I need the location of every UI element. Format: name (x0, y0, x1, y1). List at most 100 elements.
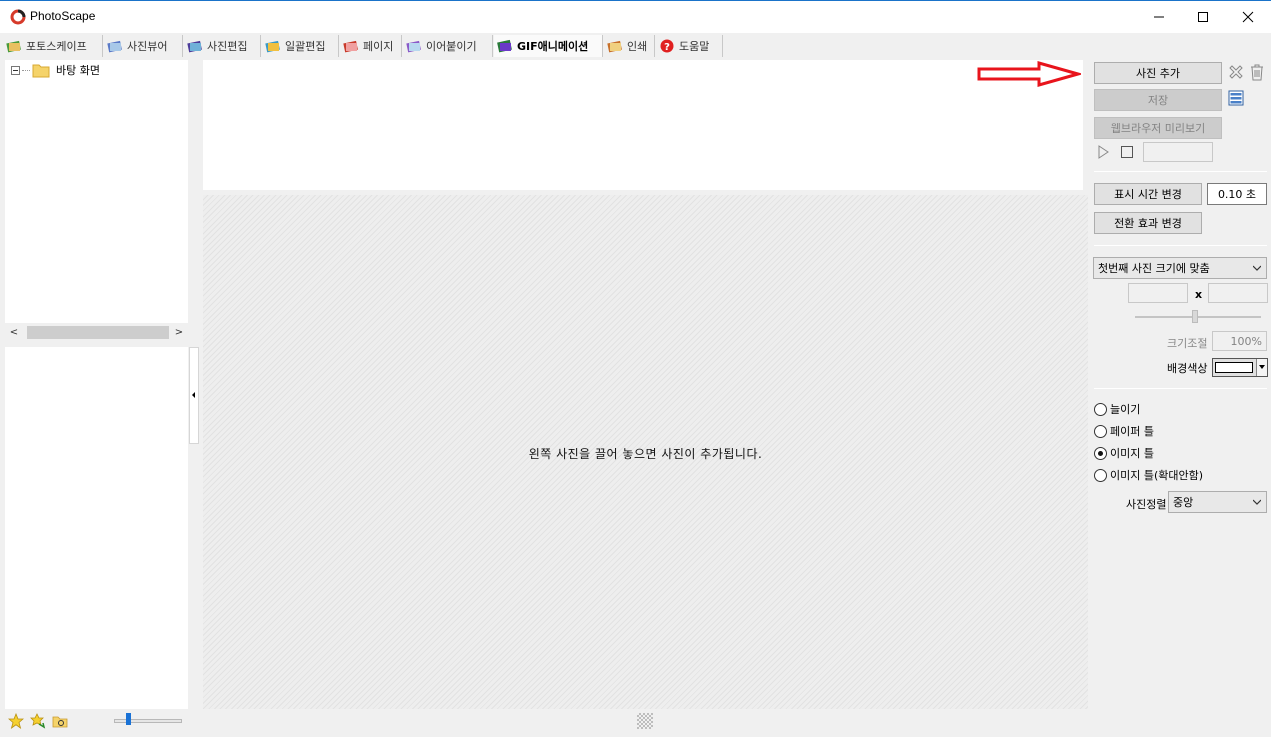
photoscape-window: PhotoScape 포토스케이프 사진뷰어 사진편집 일괄편집 페이지 이어붙… (0, 0, 1271, 737)
stop-icon[interactable] (1120, 145, 1134, 159)
close-button[interactable] (1225, 1, 1271, 33)
collapse-toggle[interactable] (11, 65, 20, 75)
canvas-size-select[interactable]: 첫번째 사진 크기에 맞춤 (1093, 257, 1267, 279)
annotation-arrow-icon (977, 61, 1081, 87)
size-separator: x (1195, 288, 1203, 301)
panel-collapse-handle[interactable] (189, 347, 199, 444)
transparency-checker-icon[interactable] (637, 713, 653, 729)
trash-icon[interactable] (1249, 63, 1265, 81)
photo-align-select[interactable]: 중앙 (1168, 491, 1267, 513)
width-field[interactable] (1128, 283, 1188, 303)
play-icon[interactable] (1097, 145, 1110, 159)
remove-icon[interactable] (1228, 64, 1244, 80)
maximize-icon (1198, 12, 1208, 22)
tab-label: 사진뷰어 (127, 40, 168, 53)
close-icon (1242, 11, 1254, 23)
svg-text:?: ? (664, 42, 670, 53)
tab-label: 인쇄 (627, 40, 648, 53)
height-field[interactable] (1208, 283, 1268, 303)
radio-image-frame[interactable]: 이미지 틀 (1094, 445, 1154, 461)
maximize-button[interactable] (1180, 1, 1226, 33)
browser-preview-button[interactable]: 웹브라우저 미리보기 (1094, 117, 1222, 139)
radio-button-selected[interactable] (1094, 446, 1107, 460)
scroll-left-icon[interactable]: < (7, 325, 21, 339)
radio-paper-frame[interactable]: 페이퍼 틀 (1094, 423, 1154, 439)
file-thumbnail-list[interactable] (5, 347, 188, 709)
select-value: 첫번째 사진 크기에 맞춤 (1098, 262, 1210, 275)
divider (1094, 388, 1267, 389)
scroll-right-icon[interactable]: > (172, 325, 186, 339)
divider (1094, 171, 1267, 172)
frame-counter-field[interactable] (1143, 142, 1213, 162)
tab-photo-editor[interactable]: 사진편집 (184, 35, 261, 57)
frame-strip[interactable] (203, 60, 1083, 190)
folder-tree[interactable]: 바탕 화면 (5, 60, 188, 323)
collapse-left-icon (192, 392, 195, 398)
radio-button[interactable] (1094, 402, 1107, 416)
radio-label: 페이퍼 틀 (1110, 425, 1154, 438)
bg-color-label: 배경색상 (1167, 362, 1208, 375)
radio-button[interactable] (1094, 468, 1107, 482)
minimize-button[interactable] (1136, 1, 1182, 33)
tab-batch-editor[interactable]: 일괄편집 (262, 35, 339, 57)
scale-slider[interactable] (1135, 316, 1261, 318)
star-icon[interactable] (8, 713, 24, 729)
change-display-time-button[interactable]: 표시 시간 변경 (1094, 183, 1202, 205)
scale-field[interactable]: 100% (1212, 331, 1267, 351)
chevron-down-icon (1253, 499, 1261, 505)
change-transition-button[interactable]: 전환 효과 변경 (1094, 212, 1202, 234)
add-photo-button[interactable]: 사진 추가 (1094, 62, 1222, 84)
chevron-down-icon (1253, 265, 1261, 271)
radio-label: 이미지 틀(확대안함) (1110, 469, 1204, 482)
tab-print[interactable]: 인쇄 (604, 35, 655, 57)
tab-page[interactable]: 페이지 (340, 35, 402, 57)
refresh-icon[interactable] (30, 713, 46, 729)
gif-tab-icon (497, 39, 512, 53)
tree-connector (22, 69, 30, 71)
tab-photoscape[interactable]: 포토스케이프 (3, 35, 103, 57)
tree-horizontal-scrollbar[interactable]: < > (5, 323, 188, 341)
tab-label: 일괄편집 (285, 40, 326, 53)
preview-canvas[interactable]: 왼쪽 사진을 끌어 놓으면 사진이 추가됩니다. (203, 195, 1088, 709)
print-tab-icon (607, 40, 622, 53)
caret-down-icon (1259, 365, 1265, 369)
page-tab-icon (343, 40, 358, 53)
tab-photo-viewer[interactable]: 사진뷰어 (104, 35, 183, 57)
folder-browse-icon[interactable] (52, 713, 68, 729)
color-dropdown-button[interactable] (1256, 359, 1267, 376)
tab-label: 도움말 (679, 40, 710, 53)
scrollbar-thumb[interactable] (27, 326, 169, 339)
tab-combine[interactable]: 이어붙이기 (403, 35, 493, 57)
photoscape-tab-icon (6, 40, 21, 53)
tab-label: 사진편집 (207, 40, 248, 53)
window-title: PhotoScape (30, 9, 96, 23)
minimize-icon (1154, 16, 1164, 18)
radio-button[interactable] (1094, 424, 1107, 438)
thumbnail-size-slider[interactable] (114, 719, 182, 723)
tab-help[interactable]: ? 도움말 (656, 35, 723, 57)
display-time-field[interactable]: 0.10 초 (1207, 183, 1267, 205)
radio-image-frame-no-enlarge[interactable]: 이미지 틀(확대안함) (1094, 467, 1203, 483)
tab-label: 페이지 (363, 40, 394, 53)
radio-stretch[interactable]: 늘이기 (1094, 401, 1140, 417)
save-button[interactable]: 저장 (1094, 89, 1222, 111)
editor-tab-icon (187, 40, 202, 53)
align-label: 사진정렬 (1126, 498, 1167, 511)
tab-gif-animation[interactable]: GIF애니메이션 (494, 35, 603, 57)
radio-label: 이미지 틀 (1110, 447, 1154, 460)
help-icon: ? (660, 39, 674, 53)
tab-bar: 포토스케이프 사진뷰어 사진편집 일괄편집 페이지 이어붙이기 GIF애니메이션 (0, 34, 1271, 58)
thumbnail-size-slider-thumb[interactable] (126, 713, 131, 725)
bg-color-picker[interactable] (1212, 358, 1268, 377)
tab-label: GIF애니메이션 (517, 40, 589, 53)
frame-list-icon[interactable] (1228, 90, 1244, 106)
tab-label: 포토스케이프 (26, 40, 87, 53)
tree-node-label: 바탕 화면 (56, 64, 100, 77)
select-value: 중앙 (1173, 496, 1194, 509)
combine-tab-icon (406, 40, 421, 53)
tree-node-desktop[interactable]: 바탕 화면 (11, 62, 100, 78)
batch-tab-icon (265, 40, 280, 53)
scale-slider-thumb[interactable] (1192, 310, 1198, 323)
divider (1094, 245, 1267, 246)
title-bar: PhotoScape (0, 1, 1271, 33)
